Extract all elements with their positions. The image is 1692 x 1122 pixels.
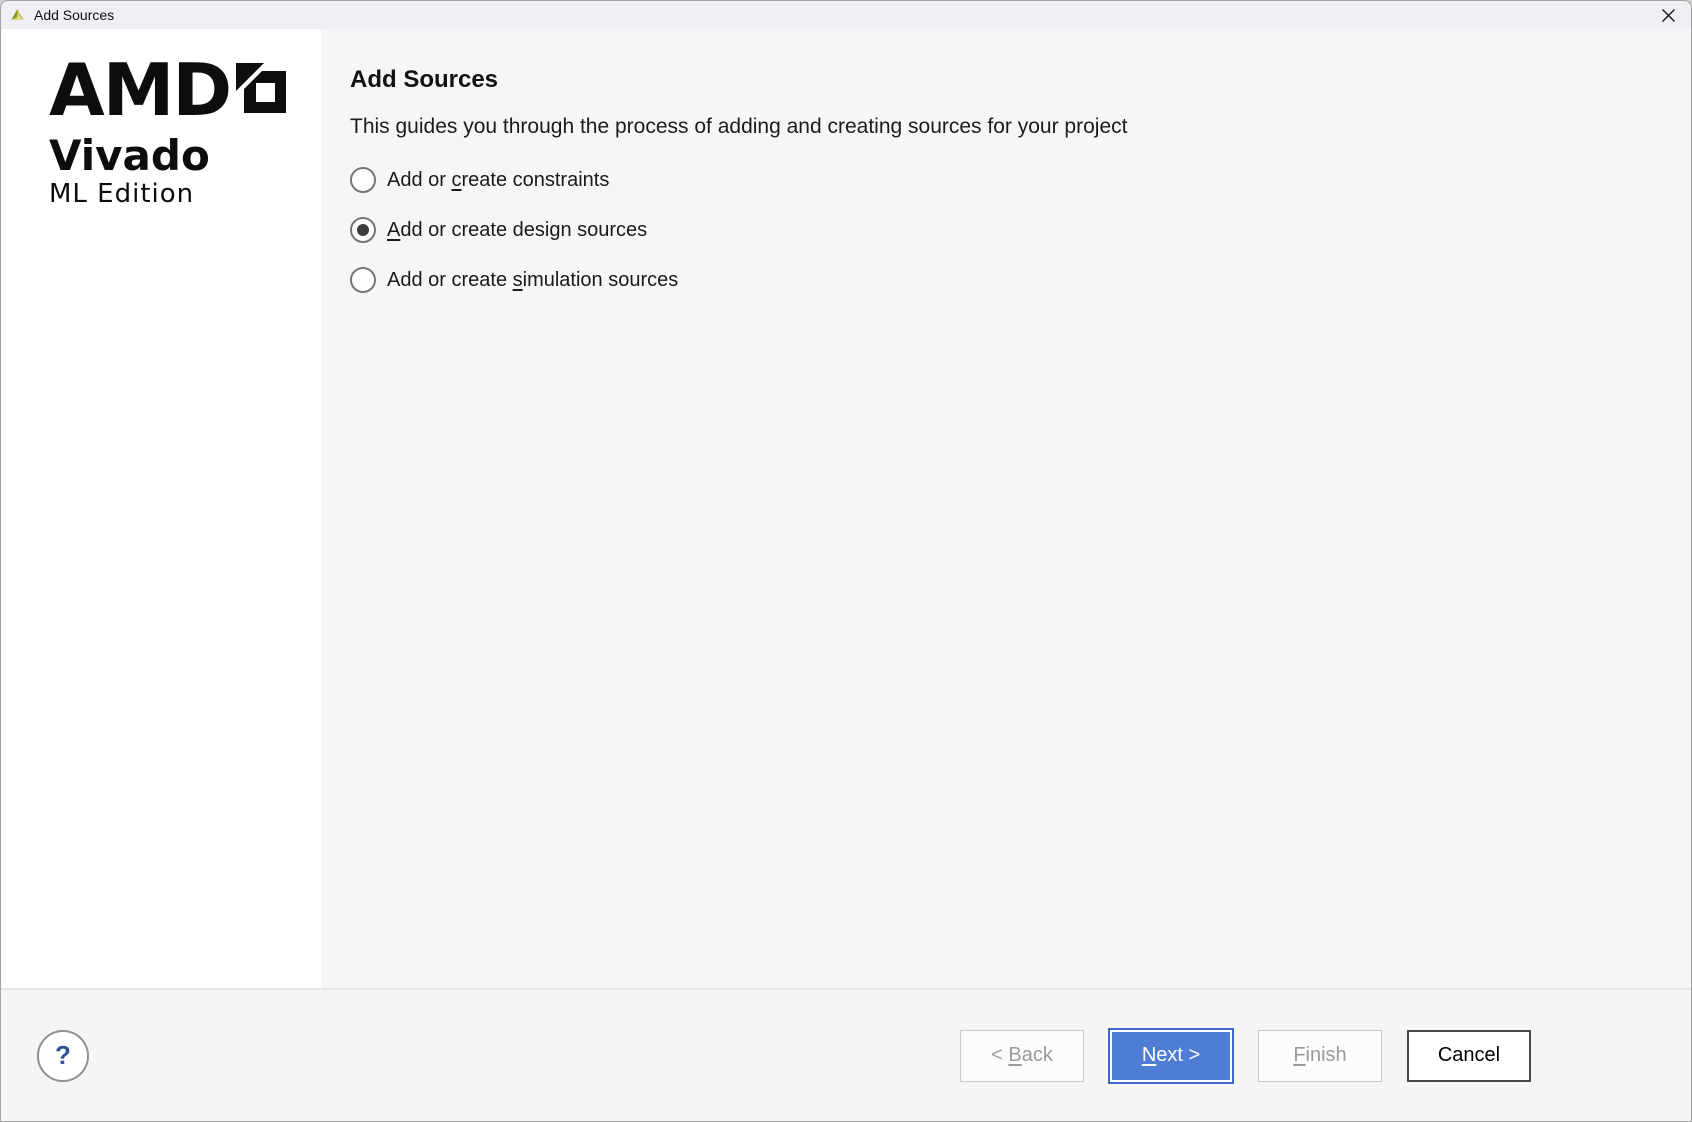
next-button[interactable]: Next > xyxy=(1108,1028,1234,1084)
back-button[interactable]: < Back xyxy=(960,1030,1084,1082)
radio-circle[interactable] xyxy=(350,217,376,243)
close-button[interactable] xyxy=(1645,1,1691,29)
title-bar: Add Sources xyxy=(1,1,1691,29)
radio-circle[interactable] xyxy=(350,267,376,293)
amd-logo-text: AMD xyxy=(49,61,230,119)
question-mark-icon: ? xyxy=(55,1040,71,1071)
radio-label: Add or create simulation sources xyxy=(387,269,678,292)
ml-edition-text: ML Edition xyxy=(49,179,321,209)
finish-button[interactable]: Finish xyxy=(1258,1030,1382,1082)
branding-sidebar: AMD Vivado ML Edition xyxy=(1,29,321,988)
radio-label: Add or create constraints xyxy=(387,169,609,192)
amd-arrow-icon xyxy=(236,63,286,113)
amd-logo: AMD xyxy=(49,61,321,119)
dialog-body: AMD Vivado ML Edition Add Sources This g… xyxy=(1,29,1691,988)
vivado-app-icon xyxy=(10,8,25,23)
footer-bar: ? < Back Next > Finish Cancel xyxy=(1,988,1691,1121)
add-sources-dialog: Add Sources AMD Vivado ML Edition Add So… xyxy=(0,0,1692,1122)
close-icon xyxy=(1661,8,1676,23)
radio-add-simulation-sources[interactable]: Add or create simulation sources xyxy=(350,267,1651,293)
radio-label: Add or create design sources xyxy=(387,219,647,242)
radio-add-design-sources[interactable]: Add or create design sources xyxy=(350,217,1651,243)
radio-add-constraints[interactable]: Add or create constraints xyxy=(350,167,1651,193)
vivado-logo-text: Vivado xyxy=(49,135,321,177)
cancel-button[interactable]: Cancel xyxy=(1407,1030,1531,1082)
help-button[interactable]: ? xyxy=(37,1030,89,1082)
window-title: Add Sources xyxy=(34,7,114,23)
page-description: This guides you through the process of a… xyxy=(350,113,1651,141)
radio-circle[interactable] xyxy=(350,167,376,193)
page-title: Add Sources xyxy=(350,65,1651,95)
main-content: Add Sources This guides you through the … xyxy=(321,29,1691,988)
